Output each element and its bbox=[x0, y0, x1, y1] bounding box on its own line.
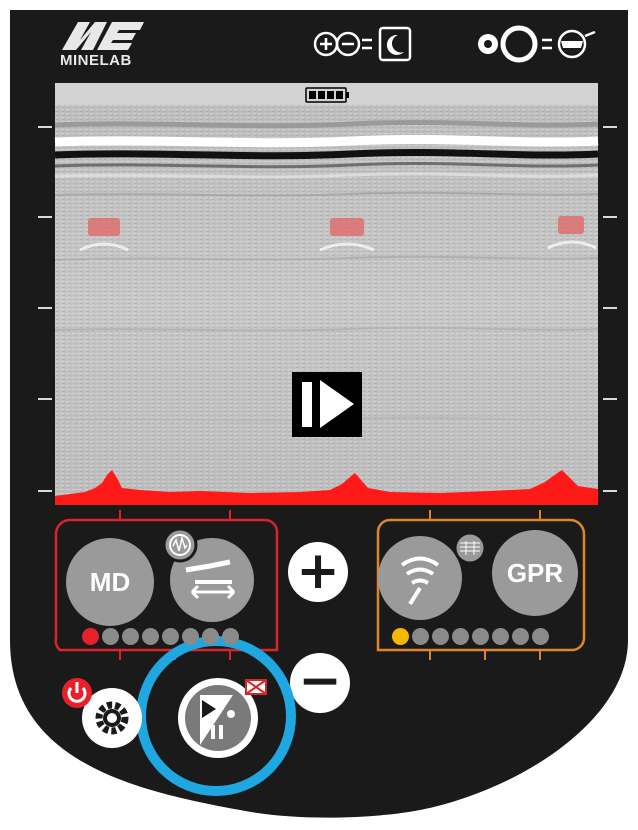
level-dot[interactable] bbox=[432, 628, 449, 645]
ground-balance-icon[interactable] bbox=[453, 531, 487, 565]
minus-label: − bbox=[298, 651, 342, 711]
power-icon[interactable] bbox=[62, 678, 92, 708]
gpr-sensitivity-dots bbox=[392, 628, 549, 645]
level-dot[interactable] bbox=[532, 628, 549, 645]
gpr-mode-button[interactable]: GPR bbox=[492, 530, 578, 616]
md-sensitivity-dots bbox=[82, 628, 239, 645]
level-dot[interactable] bbox=[142, 628, 159, 645]
level-dot[interactable] bbox=[182, 628, 199, 645]
level-dot-active[interactable] bbox=[392, 628, 409, 645]
radar-display bbox=[54, 83, 599, 505]
mail-icon bbox=[245, 679, 267, 695]
brand-name: MINELAB bbox=[60, 52, 132, 69]
level-dot[interactable] bbox=[412, 628, 429, 645]
md-label: MD bbox=[89, 566, 131, 597]
scan-play-indicator[interactable] bbox=[292, 372, 362, 437]
gpr-antenna-icon[interactable] bbox=[378, 536, 462, 620]
level-dot[interactable] bbox=[102, 628, 119, 645]
level-dot[interactable] bbox=[162, 628, 179, 645]
gpr-label: GPR bbox=[506, 557, 564, 588]
level-dot[interactable] bbox=[492, 628, 509, 645]
level-dot[interactable] bbox=[222, 628, 239, 645]
plus-label: + bbox=[296, 541, 340, 601]
md-mode-button[interactable]: MD bbox=[66, 538, 154, 626]
level-dot-active[interactable] bbox=[82, 628, 99, 645]
level-dot[interactable] bbox=[512, 628, 529, 645]
level-dot[interactable] bbox=[472, 628, 489, 645]
level-dot[interactable] bbox=[122, 628, 139, 645]
noise-cancel-icon[interactable] bbox=[162, 527, 198, 563]
level-dot[interactable] bbox=[452, 628, 469, 645]
level-dot[interactable] bbox=[202, 628, 219, 645]
